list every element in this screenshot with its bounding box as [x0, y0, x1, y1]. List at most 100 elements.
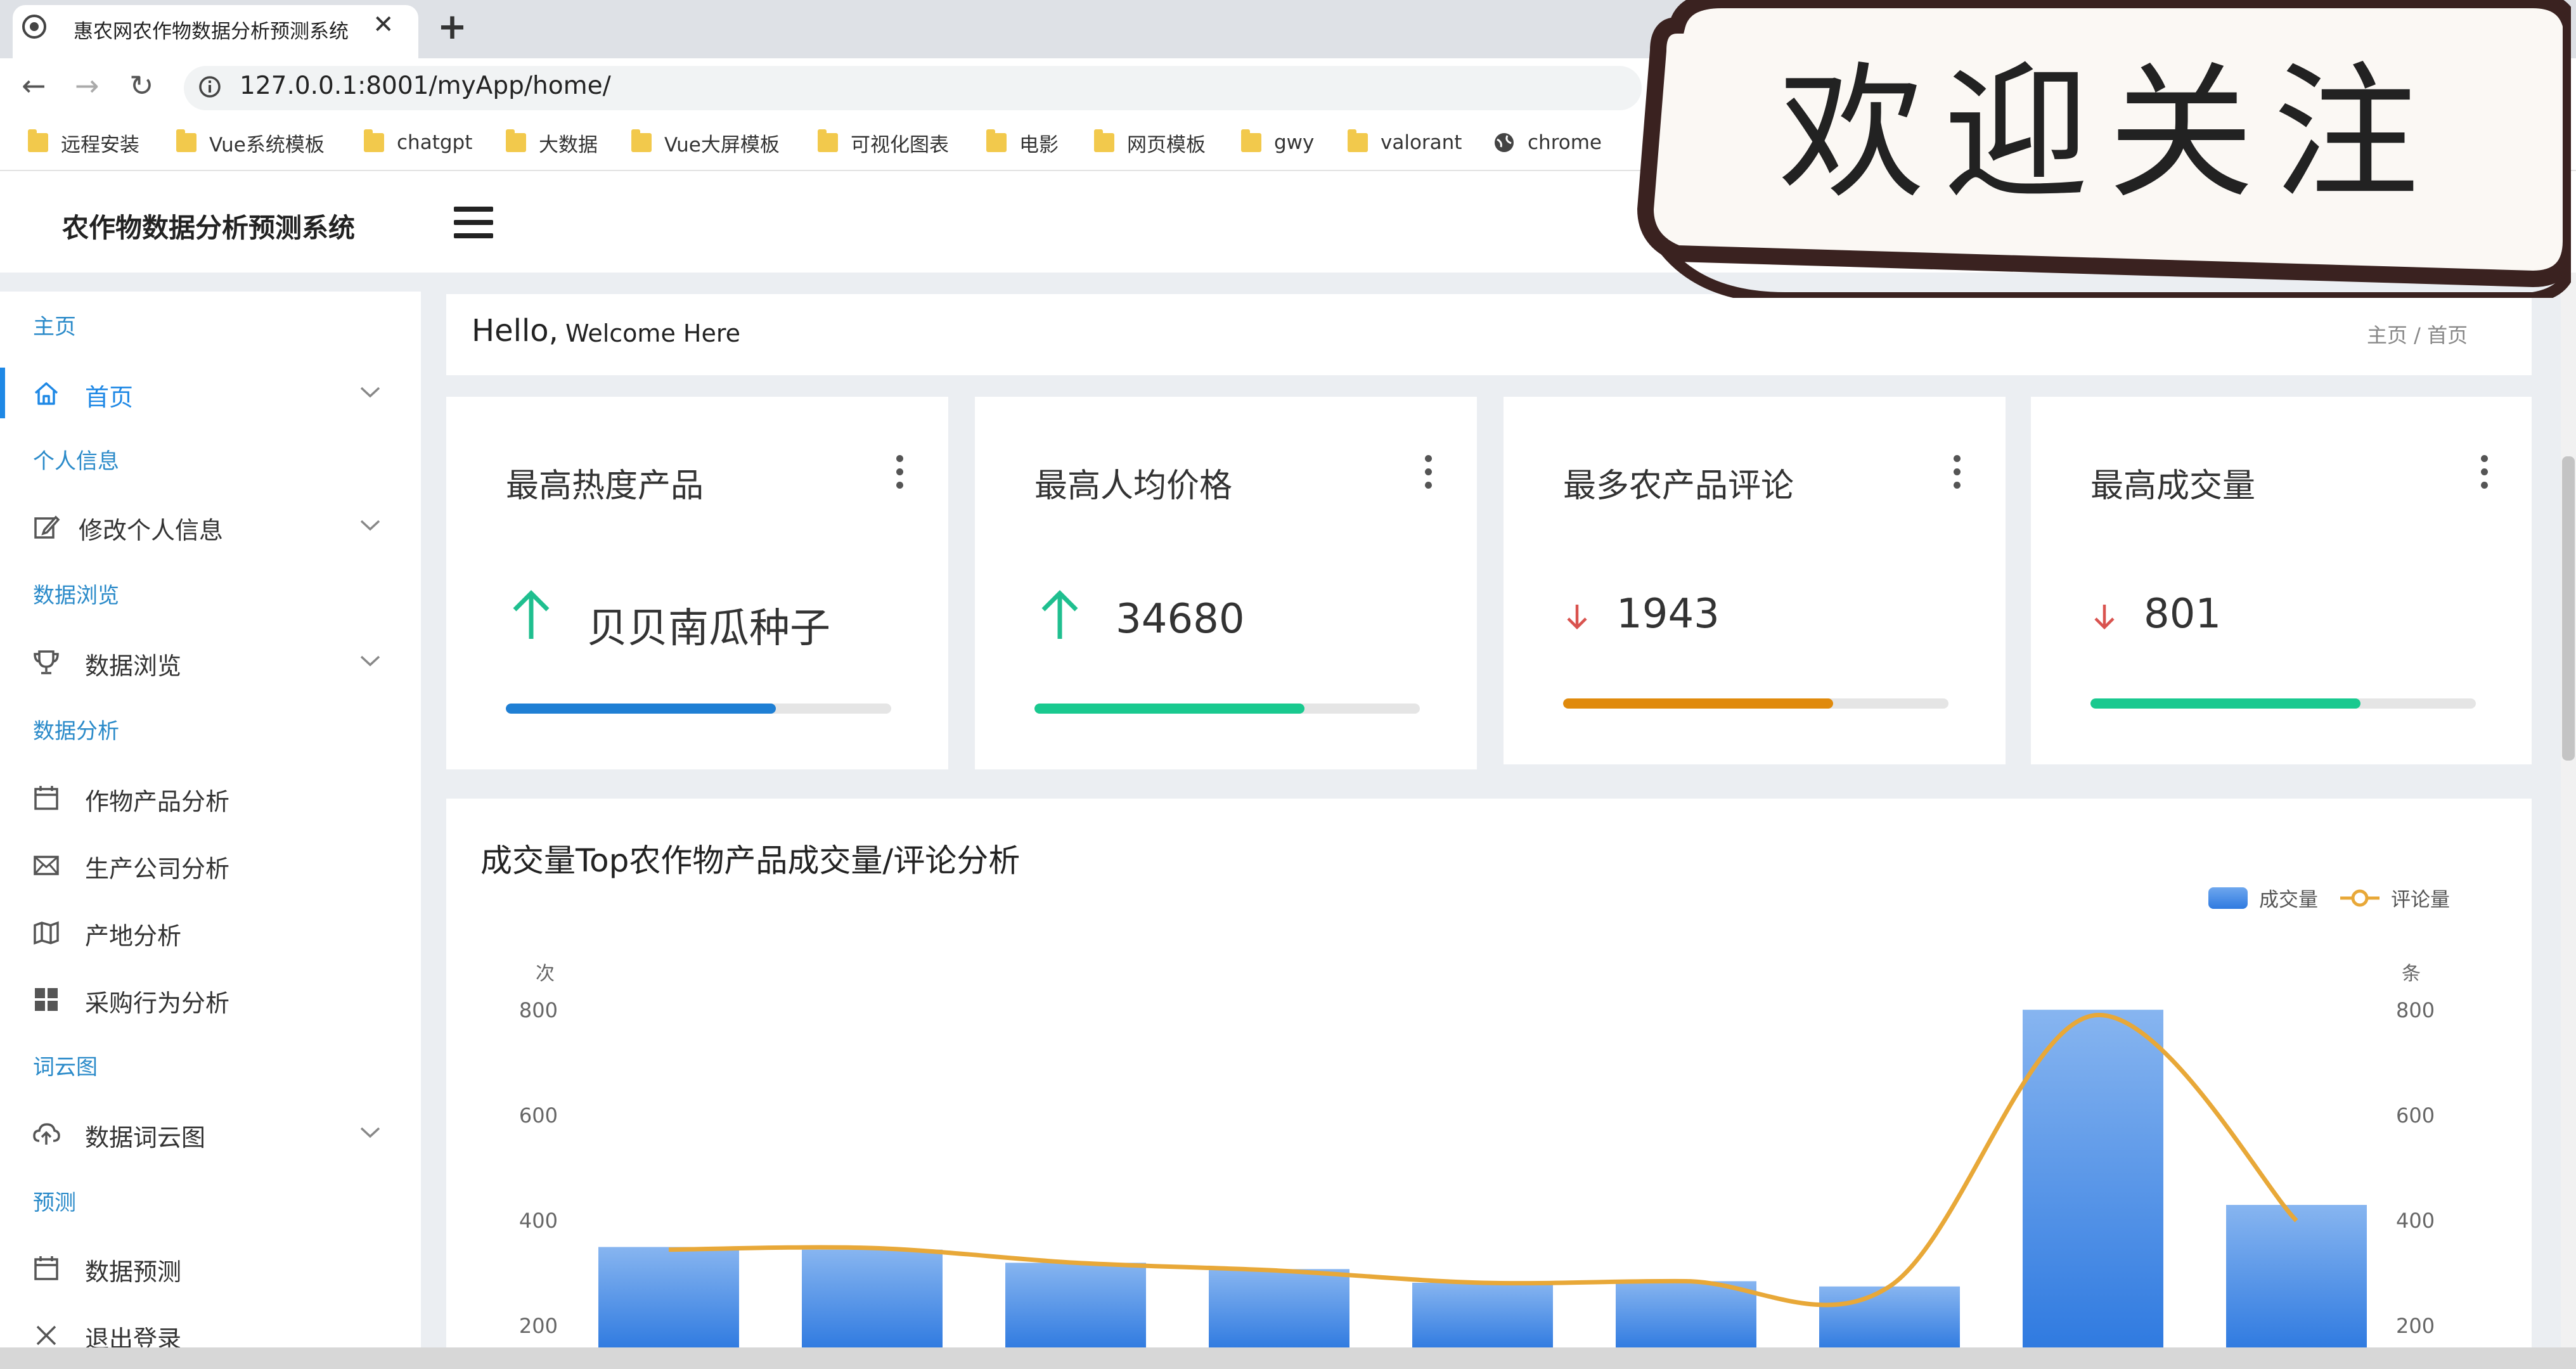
stat-card-hot-product: 最高热度产品 贝贝南瓜种子 [446, 397, 948, 769]
progress-fill [1563, 698, 1833, 709]
hello-text: Hello, [472, 313, 558, 349]
globe-icon [22, 15, 46, 39]
bar[interactable] [598, 1247, 739, 1348]
folder-icon [506, 129, 526, 152]
bookmark-item[interactable]: Vue系统模板 [176, 127, 325, 158]
bar[interactable] [1005, 1263, 1146, 1347]
progress-bar [506, 704, 891, 714]
trophy-icon [34, 650, 59, 674]
folder-icon [1241, 129, 1261, 152]
breadcrumb[interactable]: 主页 / 首页 [2367, 319, 2468, 349]
home-icon [34, 382, 58, 405]
calendar-icon [34, 1256, 58, 1280]
chevron-down-icon[interactable] [359, 518, 382, 532]
bookmark-item[interactable]: 远程安装 [28, 127, 139, 158]
y-left-tick-label: 600 [519, 1103, 558, 1128]
more-options-icon[interactable] [1425, 455, 1434, 489]
close-icon [36, 1325, 56, 1346]
y-right-tick-label: 800 [2396, 998, 2435, 1022]
horizontal-scrollbar[interactable] [0, 1347, 2576, 1369]
arrow-up-icon [1041, 590, 1078, 639]
y-right-tick-label: 400 [2396, 1209, 2435, 1233]
bookmark-item[interactable]: 电影 [986, 127, 1059, 158]
sidebar-section-title: 个人信息 [33, 449, 119, 474]
sidebar-item-edit-profile[interactable]: 修改个人信息 [0, 501, 421, 551]
y-left-unit: 次 [536, 963, 555, 985]
card-title: 最高成交量 [2090, 467, 2256, 505]
globe-icon [1495, 133, 1514, 152]
stat-card-max-price: 最高人均价格 34680 [975, 397, 1477, 769]
bookmark-item[interactable]: 网页模板 [1094, 127, 1206, 158]
folder-icon [818, 129, 838, 152]
sidebar-item-label: 作物产品分析 [85, 788, 230, 816]
sidebar-item-home[interactable]: 首页 [0, 368, 421, 418]
more-options-icon[interactable] [2481, 455, 2490, 489]
bar[interactable] [802, 1249, 943, 1347]
folder-icon [986, 129, 1007, 152]
legend-item-bar[interactable]: 成交量 [2208, 884, 2318, 912]
info-icon[interactable] [198, 75, 222, 99]
y-left-tick-label: 200 [519, 1314, 558, 1338]
more-options-icon[interactable] [896, 455, 905, 489]
sidebar-item-data-browse[interactable]: 数据浏览 [0, 636, 421, 687]
bar[interactable] [2226, 1205, 2367, 1347]
calendar-icon [34, 786, 58, 810]
bookmark-item[interactable]: valorant [1348, 127, 1462, 158]
menu-toggle-icon[interactable] [454, 207, 493, 238]
bookmark-item[interactable]: gwy [1241, 127, 1314, 158]
tab-title: 惠农网农作物数据分析预测系统 [74, 20, 349, 43]
sidebar-item-label: 生产公司分析 [85, 855, 230, 883]
bar[interactable] [1616, 1281, 1756, 1347]
mail-icon [34, 856, 59, 875]
welcome-text: Welcome Here [565, 319, 741, 347]
bar-series [598, 1010, 2367, 1347]
progress-fill [506, 704, 776, 714]
card-title: 最高热度产品 [506, 467, 704, 505]
bookmark-item[interactable]: chrome [1493, 127, 1602, 158]
bookmark-item[interactable]: 大数据 [506, 127, 598, 158]
vertical-scrollbar-thumb[interactable] [2562, 456, 2575, 761]
progress-fill [2090, 698, 2360, 709]
stat-card-max-volume: 最高成交量 801 [2031, 397, 2532, 764]
sidebar-item-wordcloud[interactable]: 数据词云图 [0, 1108, 421, 1159]
chevron-down-icon[interactable] [359, 654, 382, 668]
sidebar-item-label: 数据浏览 [85, 652, 182, 680]
folder-icon [1348, 129, 1368, 152]
bookmark-item[interactable]: chatgpt [364, 127, 472, 158]
chevron-down-icon[interactable] [359, 385, 382, 399]
forward-button[interactable]: → [75, 68, 100, 103]
url-text[interactable]: 127.0.0.1:8001/myApp/home/ [240, 72, 611, 100]
sidebar-section-title: 预测 [33, 1190, 76, 1216]
sidebar-item-crop-analysis[interactable]: 作物产品分析 [0, 772, 421, 823]
new-tab-button[interactable]: + [437, 6, 467, 48]
more-options-icon[interactable] [1954, 455, 1962, 489]
legend-swatch [2208, 887, 2248, 909]
chevron-down-icon[interactable] [359, 1126, 382, 1140]
welcome-bar [446, 294, 2532, 375]
legend-item-line[interactable]: 评论量 [2340, 884, 2450, 912]
sidebar-item-origin-analysis[interactable]: 产地分析 [0, 906, 421, 957]
bookmark-item[interactable]: 可视化图表 [818, 127, 949, 158]
card-value: 34680 [1116, 596, 1245, 643]
y-right-unit: 条 [2402, 963, 2421, 985]
bookmark-item[interactable]: Vue大屏模板 [631, 127, 780, 158]
tab-close-icon[interactable]: ✕ [373, 10, 394, 39]
sidebar-item-company-analysis[interactable]: 生产公司分析 [0, 839, 421, 890]
sidebar-section-title: 数据分析 [33, 719, 119, 744]
y-right-tick-label: 600 [2396, 1103, 2435, 1128]
brand-title: 农作物数据分析预测系统 [62, 212, 356, 243]
bar[interactable] [1819, 1286, 1960, 1347]
vertical-scrollbar[interactable] [2561, 273, 2576, 1347]
bar[interactable] [1209, 1269, 1349, 1347]
edit-icon [34, 515, 60, 539]
bar[interactable] [2023, 1010, 2163, 1347]
folder-icon [1094, 129, 1114, 152]
bar[interactable] [1412, 1282, 1553, 1347]
sidebar-item-prediction[interactable]: 数据预测 [0, 1242, 421, 1293]
cloud-upload-icon [33, 1123, 60, 1145]
sidebar-item-label: 数据预测 [85, 1258, 182, 1286]
back-button[interactable]: ← [22, 68, 46, 103]
sidebar-item-label: 数据词云图 [85, 1124, 206, 1152]
reload-button[interactable]: ↻ [129, 68, 154, 103]
sidebar-item-purchase-analysis[interactable]: 采购行为分析 [0, 974, 421, 1024]
